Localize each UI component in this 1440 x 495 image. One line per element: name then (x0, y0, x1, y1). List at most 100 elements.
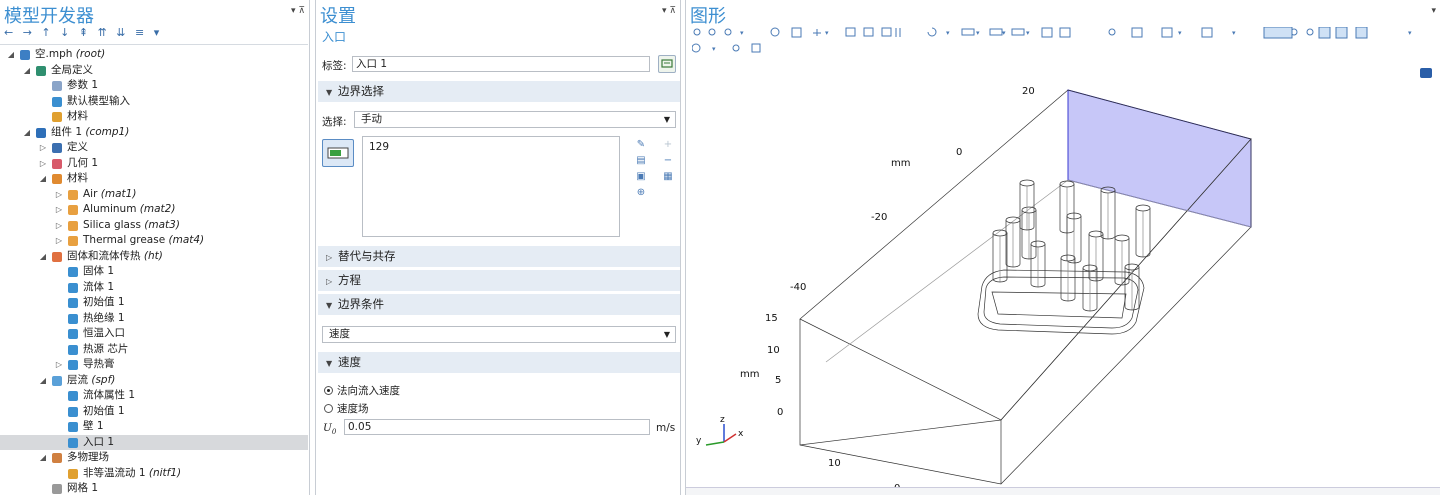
tree-item[interactable]: ◢ 空.mph (root) (0, 47, 308, 63)
selection-active-toggle[interactable] (322, 139, 354, 167)
tree-item[interactable]: 入口 1 (0, 434, 308, 451)
tree-item[interactable]: ◢ 层流 (spf) (0, 373, 308, 389)
tree-item-label: Aluminum (mat2) (83, 202, 175, 218)
tree-item[interactable]: 流体属性 1 (0, 388, 308, 404)
tree-item-label: 材料 (67, 171, 88, 187)
fin-cylinder (1066, 212, 1082, 264)
tree-item[interactable]: ▷ Silica glass (mat3) (0, 218, 308, 234)
label-input[interactable]: 入口 1 (352, 56, 650, 72)
panel-menu-icon[interactable]: ▾ (1431, 6, 1436, 16)
tree-toggle-icon[interactable]: ▷ (54, 233, 64, 249)
tree-toggle-icon[interactable]: ◢ (22, 125, 32, 141)
section-override[interactable]: ▷ 替代与共存 (318, 246, 680, 267)
tree-item[interactable]: ▷ 导热膏 (0, 357, 308, 373)
graphics-viewport[interactable]: 20 0 mm -20 -40 15 10 mm 5 0 10 0 z x y (686, 62, 1440, 487)
tree-item-text: 定义 (67, 141, 88, 153)
tree-node-icon (52, 174, 62, 184)
tree-toggle-icon[interactable]: ◢ (38, 249, 48, 265)
selection-dropdown[interactable]: 手动 ▼ (354, 111, 676, 128)
graphics-toolbar: ▾ ▾ ▾ ▾ ▾ ▾ ▾ ▾ ▾ ▾ (691, 26, 1432, 57)
fin-cylinder (1100, 186, 1116, 240)
tree-item[interactable]: 热绝缘 1 (0, 311, 308, 327)
tree-item-tag: (root) (75, 48, 106, 60)
tree-toggle-icon[interactable]: ◢ (38, 171, 48, 187)
tree-toggle-icon[interactable]: ◢ (38, 373, 48, 389)
tree-node-icon (36, 127, 46, 138)
tree-toolbar[interactable]: ← → ↑ ↓ ⇞ ⇈ ⇊ ≡ ▾ (4, 26, 162, 39)
tree-toggle-icon[interactable]: ▷ (54, 202, 64, 218)
tree-item[interactable]: ▷ Aluminum (mat2) (0, 202, 308, 218)
tree-item-label: 入口 1 (83, 435, 114, 451)
tree-item[interactable]: 初始值 1 (0, 295, 308, 311)
tree-item[interactable]: ◢ 组件 1 (comp1) (0, 125, 308, 141)
tree-item-text: 多物理场 (67, 451, 109, 463)
tree-toggle-icon[interactable]: ◢ (22, 63, 32, 79)
tree-item[interactable]: 固体 1 (0, 264, 308, 280)
tree-toggle-icon[interactable]: ▷ (54, 357, 64, 373)
section-velocity[interactable]: ▼ 速度 (318, 352, 680, 373)
tree-item[interactable]: ▷ Thermal grease (mat4) (0, 233, 308, 249)
tree-item[interactable]: ◢ 多物理场 (0, 450, 308, 466)
panel-menu-icon[interactable]: ▾ ⊼ (662, 6, 676, 16)
tree-item[interactable]: 非等温流动 1 (nitf1) (0, 466, 308, 482)
tree-item[interactable]: ▷ 定义 (0, 140, 308, 156)
tree-item[interactable]: 网格 1 (0, 481, 308, 495)
paste-selection-icon[interactable]: ✎ (634, 138, 648, 152)
tree-item-label: 几何 1 (67, 156, 98, 172)
tree-item[interactable]: 流体 1 (0, 280, 308, 296)
boundary-condition-dropdown[interactable]: 速度 ▼ (322, 326, 676, 343)
svg-text:▾: ▾ (712, 45, 716, 53)
tree-item[interactable]: 初始值 1 (0, 404, 308, 420)
create-selection-icon[interactable]: ▦ (661, 170, 675, 184)
graphics-toolbar-icons[interactable]: ▾ ▾ ▾ ▾ ▾ ▾ ▾ ▾ ▾ ▾ (691, 26, 1432, 57)
tree-node-icon (52, 96, 62, 107)
tree-item[interactable]: ▷ Air (mat1) (0, 187, 308, 203)
tick-z10: 10 (767, 345, 780, 356)
tree-item[interactable]: ◢ 材料 (0, 171, 308, 187)
tree-item[interactable]: ◢ 全局定义 (0, 63, 308, 79)
axis-z: z (720, 415, 725, 425)
tree-node-icon (52, 251, 62, 262)
tree-toggle-icon[interactable]: ◢ (38, 450, 48, 466)
section-boundary-selection[interactable]: ▼ 边界选择 (318, 81, 680, 102)
tree-node-icon (20, 50, 30, 60)
tree-node-icon (52, 375, 62, 386)
tree-item-text: Thermal grease (83, 234, 166, 246)
tree-item[interactable]: ▷ 几何 1 (0, 156, 308, 172)
tree-toggle-icon[interactable]: ◢ (6, 47, 16, 63)
section-equation[interactable]: ▷ 方程 (318, 270, 680, 291)
u0-input[interactable]: 0.05 (344, 419, 650, 435)
fin-cylinder (1114, 234, 1130, 286)
tree-item[interactable]: ◢ 固体和流体传热 (ht) (0, 249, 308, 265)
tree-item-text: 层流 (67, 373, 88, 386)
horizontal-scrollbar[interactable] (686, 487, 1440, 495)
tree-item-text: 空.mph (35, 48, 73, 60)
panel-menu-icon[interactable]: ▾ ⊼ (291, 6, 305, 16)
tree-item[interactable]: 恒温入口 (0, 326, 308, 342)
tree-toggle-icon[interactable]: ▷ (38, 140, 48, 156)
tree-toggle-icon[interactable]: ▷ (54, 218, 64, 234)
u0-label: U0 (323, 422, 337, 437)
chevron-down-icon: ▼ (326, 359, 333, 368)
tree-item[interactable]: 壁 1 (0, 419, 308, 435)
remove-icon[interactable]: − (661, 154, 675, 168)
tree-toggle-icon[interactable]: ▷ (54, 187, 64, 203)
add-icon[interactable]: + (661, 138, 675, 152)
tree-item[interactable]: 热源 芯片 (0, 342, 308, 358)
selection-list[interactable]: 129 (362, 136, 620, 237)
section-boundary-condition[interactable]: ▼ 边界条件 (318, 294, 680, 315)
clear-selection-icon[interactable]: ▣ (634, 170, 648, 184)
tree-item[interactable]: 默认模型输入 (0, 94, 308, 110)
tick-z0: 0 (777, 407, 783, 418)
radio-velocity-field[interactable]: 速度场 (324, 401, 369, 416)
tree-toggle-icon[interactable]: ▷ (38, 156, 48, 172)
tree-node-icon (68, 236, 78, 246)
tree-item-label: 恒温入口 (83, 326, 125, 342)
tree-item[interactable]: 参数 1 (0, 78, 308, 94)
label-edit-button[interactable] (658, 55, 676, 73)
copy-selection-icon[interactable]: ▤ (634, 154, 648, 168)
settings-title: 设置 (320, 6, 356, 27)
radio-normal-inflow[interactable]: 法向流入速度 (324, 383, 400, 398)
tree-item[interactable]: 材料 (0, 109, 308, 125)
zoom-to-selection-icon[interactable]: ⊕ (634, 186, 648, 200)
